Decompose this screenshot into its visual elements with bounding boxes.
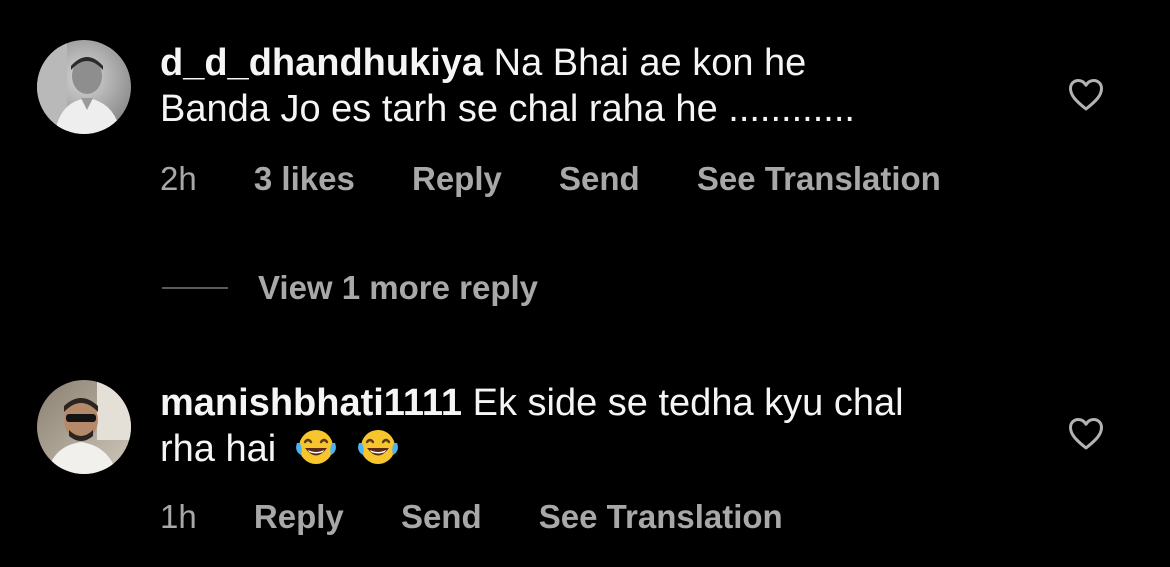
reply-button[interactable]: Reply [412, 160, 502, 198]
comment-text-line2: rha hai [160, 428, 277, 470]
comment-username[interactable]: manishbhati1111 [160, 382, 462, 424]
laughing-tears-emoji-icon [293, 427, 339, 467]
send-button[interactable]: Send [559, 160, 640, 198]
comment-text-line1: Na Bhai ae kon he [493, 42, 807, 84]
heart-outline-icon [1069, 418, 1103, 450]
comment-time: 2h [160, 160, 197, 197]
avatar-photo-icon [37, 380, 131, 474]
like-button[interactable] [1068, 417, 1104, 451]
like-button[interactable] [1068, 78, 1104, 112]
comment-text-line1: Ek side se tedha kyu chal [472, 382, 904, 424]
comment-time: 1h [160, 498, 197, 535]
reply-thread-divider [162, 287, 228, 289]
comment-body: d_d_dhandhukiya Na Bhai ae kon he Banda … [160, 40, 1020, 132]
comment-meta: 1h Reply Send See Translation [160, 498, 831, 536]
user-avatar[interactable] [37, 40, 131, 134]
send-button[interactable]: Send [401, 498, 482, 536]
avatar-photo-icon [37, 40, 131, 134]
user-avatar[interactable] [37, 380, 131, 474]
comment-username[interactable]: d_d_dhandhukiya [160, 42, 483, 84]
comment-body: manishbhati1111 Ek side se tedha kyu cha… [160, 380, 1020, 472]
likes-count[interactable]: 3 likes [254, 160, 355, 198]
reply-button[interactable]: Reply [254, 498, 344, 536]
laughing-tears-emoji-icon [355, 427, 401, 467]
heart-outline-icon [1069, 79, 1103, 111]
view-more-replies-label[interactable]: View 1 more reply [258, 269, 538, 307]
see-translation-button[interactable]: See Translation [539, 498, 783, 536]
view-more-replies[interactable]: View 1 more reply [162, 268, 538, 308]
comment-meta: 2h 3 likes Reply Send See Translation [160, 160, 989, 198]
see-translation-button[interactable]: See Translation [697, 160, 941, 198]
comment-text-line2: Banda Jo es tarh se chal raha he .......… [160, 88, 855, 130]
